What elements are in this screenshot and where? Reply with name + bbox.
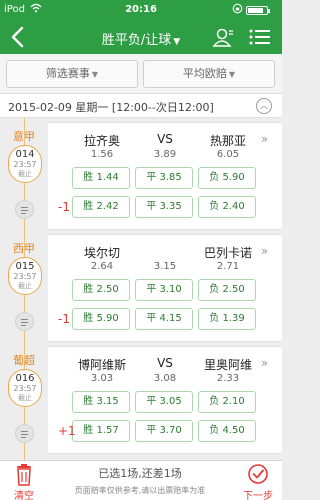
match-number-badge: 015 23:57 截止 [8, 257, 42, 295]
odds-button-draw[interactable]: 平 3.85 [135, 167, 193, 189]
handicap-value: -1 [58, 312, 70, 326]
handicap-button-draw[interactable]: 平 4.15 [135, 308, 193, 330]
away-team: 热那亚 [209, 134, 246, 148]
match-deadline: 23:57 [13, 384, 37, 393]
orientation-lock-icon [232, 3, 243, 17]
avg-odds-draw: 3.15 [153, 261, 177, 272]
selection-info: 已选1场,还差1场 页面赔率仅供参考,请以出票赔率为准 [52, 465, 228, 496]
double-chevron-right-icon[interactable]: » [261, 132, 268, 146]
battery-level [248, 8, 263, 13]
chevron-down-icon: ▼ [173, 37, 181, 47]
odds-button-win[interactable]: 胜 1.44 [72, 167, 130, 189]
match-row: 西甲 015 23:57 截止 埃尔切 巴列卡诺 2.64 3.15 2.71 … [0, 232, 282, 342]
handicap-button-win[interactable]: 胜 2.42 [72, 196, 130, 218]
avg-odds-draw: 3.08 [153, 373, 177, 384]
league-label: 西甲 [13, 242, 35, 255]
event-filter-dropdown[interactable]: 筛选赛事 ▼ [6, 60, 138, 88]
avg-odds-away: 2.33 [216, 373, 240, 384]
user-icon[interactable] [212, 27, 234, 47]
next-step-button[interactable]: 下一步 [240, 463, 276, 500]
match-state: 截止 [18, 394, 32, 402]
match-number-badge: 016 23:57 截止 [8, 369, 42, 407]
clear-button[interactable]: 清空 [8, 463, 40, 500]
trash-icon [17, 464, 31, 486]
double-chevron-right-icon[interactable]: » [261, 356, 268, 370]
home-team: 博阿维斯 [77, 358, 126, 372]
handicap-button-draw[interactable]: 平 3.35 [135, 196, 193, 218]
avg-odds-home: 1.56 [90, 149, 114, 160]
handicap-button-lose[interactable]: 负 4.50 [198, 420, 256, 442]
handicap-value: -1 [58, 200, 70, 214]
status-bar: iPod 20:16 [0, 0, 282, 20]
avg-odds-label: 平均欧赔 [182, 67, 227, 80]
match-number: 016 [15, 373, 35, 384]
handicap-button-lose[interactable]: 负 1.39 [198, 308, 256, 330]
details-lines-icon[interactable] [15, 200, 34, 219]
match-number-badge: 014 23:57 截止 [8, 145, 42, 183]
odds-button-lose[interactable]: 负 2.10 [198, 391, 256, 413]
league-label: 意甲 [13, 130, 35, 143]
match-card: 博阿维斯 VS 里奥阿维 3.03 3.08 2.33 » 胜 3.15 平 3… [48, 346, 282, 454]
match-card: 埃尔切 巴列卡诺 2.64 3.15 2.71 » 胜 2.50 平 3.10 … [48, 234, 282, 342]
match-state: 截止 [18, 170, 32, 178]
bottom-bar: 清空 已选1场,还差1场 页面赔率仅供参考,请以出票赔率为准 下一步 [0, 460, 282, 500]
check-circle-icon [248, 464, 268, 484]
handicap-button-win[interactable]: 胜 1.57 [72, 420, 130, 442]
avg-odds-dropdown[interactable]: 平均欧赔 ▼ [143, 60, 275, 88]
date-range-text: 2015-02-09 星期一 [12:00--次日12:00] [8, 101, 214, 114]
odds-button-draw[interactable]: 平 3.05 [135, 391, 193, 413]
avg-odds-away: 6.05 [216, 149, 240, 160]
nav-bar: 胜平负/让球 ▼ [0, 20, 282, 54]
next-step-label: 下一步 [243, 491, 273, 500]
vs-label: VS [157, 132, 173, 146]
match-row: 意甲 014 23:57 截止 拉齐奥 VS 热那亚 1.56 3.89 6.0… [0, 120, 282, 230]
odds-button-lose[interactable]: 负 2.50 [198, 279, 256, 301]
list-menu-icon[interactable] [249, 28, 271, 46]
odds-button-lose[interactable]: 负 5.90 [198, 167, 256, 189]
home-team: 埃尔切 [83, 246, 120, 260]
league-label: 葡超 [13, 354, 35, 367]
event-filter-label: 筛选赛事 [45, 67, 90, 80]
handicap-button-draw[interactable]: 平 3.70 [135, 420, 193, 442]
selection-count: 已选1场,还差1场 [98, 467, 182, 480]
avg-odds-home: 2.64 [90, 261, 114, 272]
filter-bar: 筛选赛事 ▼ 平均欧赔 ▼ [0, 54, 282, 94]
caret-down-icon: ▼ [91, 70, 99, 79]
away-team: 里奥阿维 [203, 358, 252, 372]
match-deadline: 23:57 [13, 272, 37, 281]
avg-odds-away: 2.71 [216, 261, 240, 272]
away-team: 巴列卡诺 [203, 246, 252, 260]
avg-odds-draw: 3.89 [153, 149, 177, 160]
clear-label: 清空 [14, 491, 34, 500]
page-title-text: 胜平负/让球 [101, 33, 172, 48]
odds-disclaimer: 页面赔率仅供参考,请以出票赔率为准 [74, 486, 206, 495]
handicap-button-win[interactable]: 胜 5.90 [72, 308, 130, 330]
battery-icon [246, 6, 270, 15]
date-bar[interactable]: 2015-02-09 星期一 [12:00--次日12:00] ︿ [0, 94, 282, 118]
odds-button-win[interactable]: 胜 2.50 [72, 279, 130, 301]
caret-down-icon: ▼ [228, 70, 236, 79]
match-state: 截止 [18, 282, 32, 290]
odds-button-draw[interactable]: 平 3.10 [135, 279, 193, 301]
handicap-button-lose[interactable]: 负 2.40 [198, 196, 256, 218]
vs-label: VS [157, 356, 173, 370]
page-title[interactable]: 胜平负/让球 ▼ [0, 29, 282, 48]
match-number: 015 [15, 261, 35, 272]
handicap-value: +1 [58, 424, 76, 438]
double-chevron-right-icon[interactable]: » [261, 244, 268, 258]
match-row: 葡超 016 23:57 截止 博阿维斯 VS 里奥阿维 3.03 3.08 2… [0, 344, 282, 454]
collapse-icon[interactable]: ︿ [256, 98, 272, 114]
details-lines-icon[interactable] [15, 312, 34, 331]
odds-button-win[interactable]: 胜 3.15 [72, 391, 130, 413]
match-card: 拉齐奥 VS 热那亚 1.56 3.89 6.05 » 胜 1.44 平 3.8… [48, 122, 282, 230]
avg-odds-home: 3.03 [90, 373, 114, 384]
match-deadline: 23:57 [13, 160, 37, 169]
home-team: 拉齐奥 [83, 134, 120, 148]
match-number: 014 [15, 149, 35, 160]
details-lines-icon[interactable] [15, 424, 34, 443]
